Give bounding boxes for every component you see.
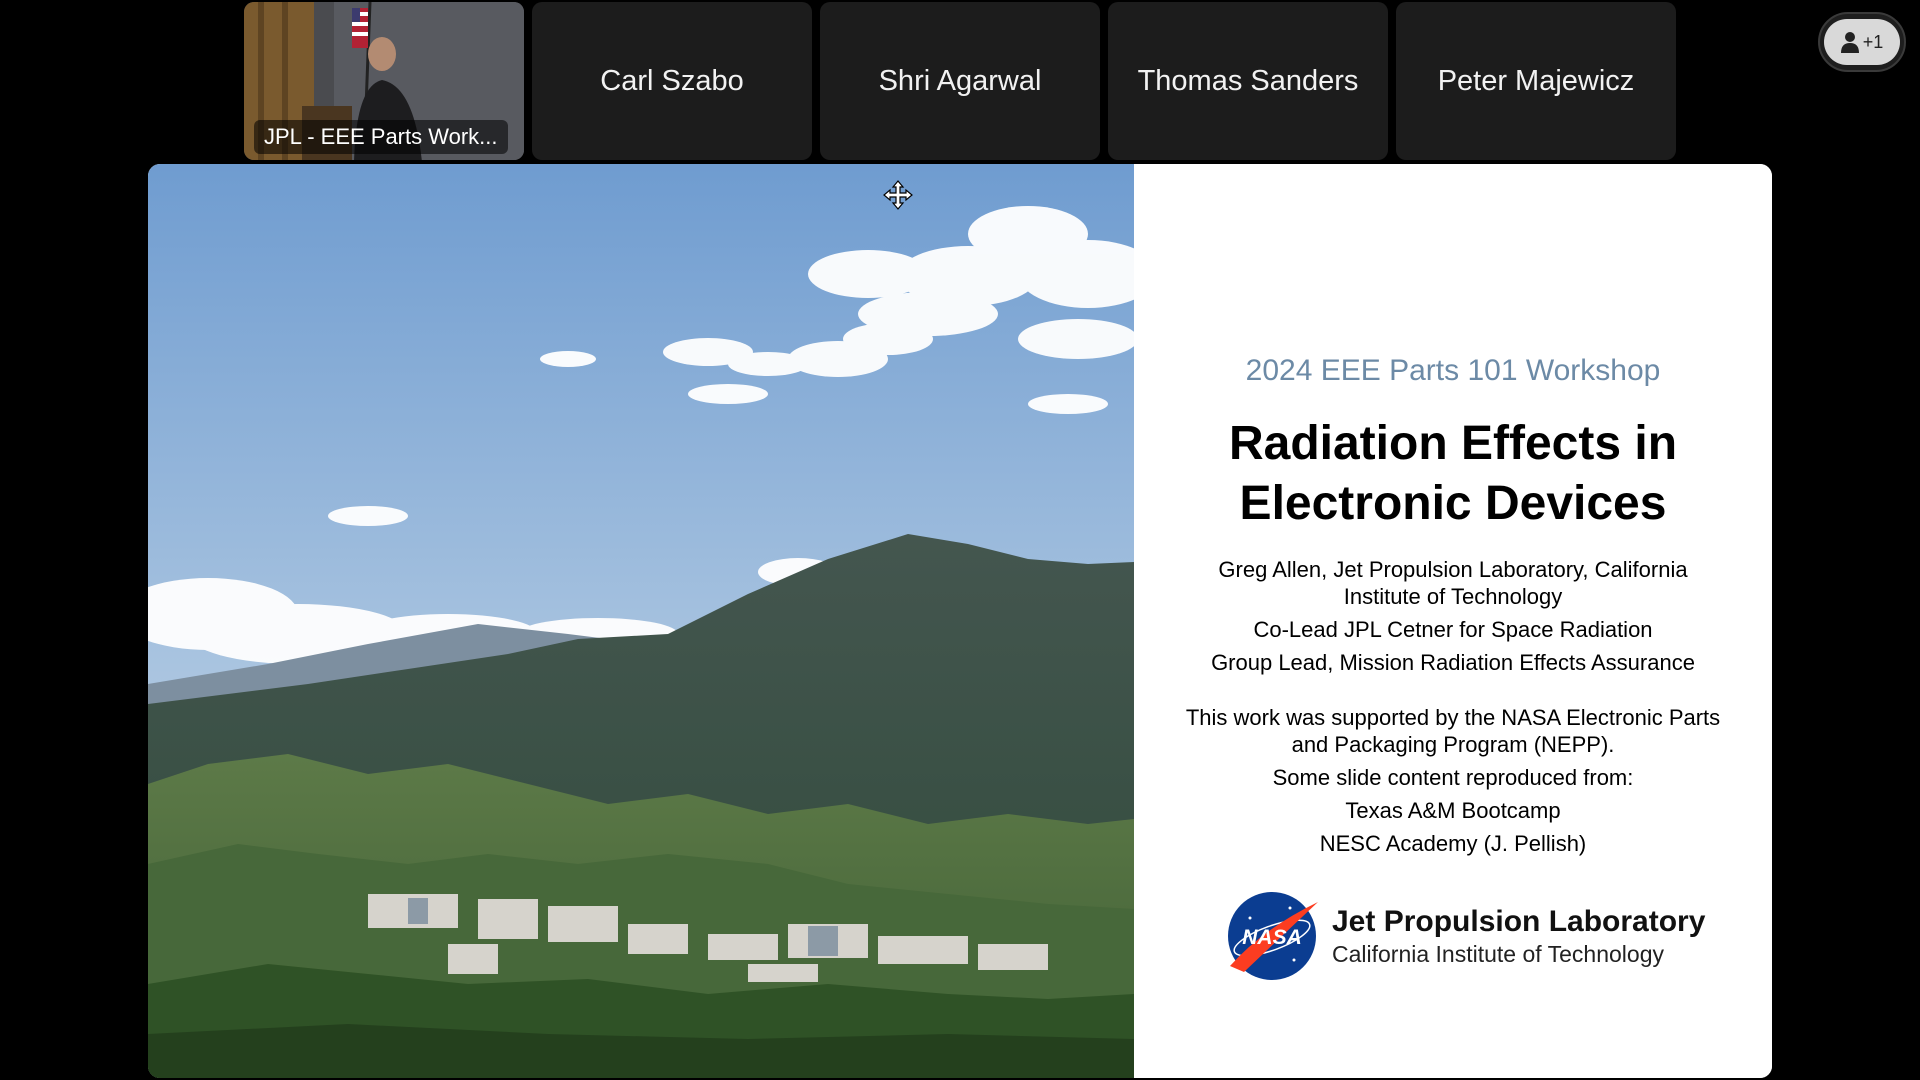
participant-tile[interactable]: Carl Szabo: [532, 2, 812, 160]
role-line: Group Lead, Mission Radiation Effects As…: [1211, 650, 1695, 675]
participant-name: Thomas Sanders: [1137, 64, 1359, 97]
source-line: NESC Academy (J. Pellish): [1319, 831, 1587, 856]
more-participants-count: +1: [1862, 31, 1884, 52]
presentation-title: Radiation Effects in Electronic Devices: [1134, 414, 1772, 534]
lab-subtitle: California Institute of Technology: [1332, 940, 1664, 967]
presentation-title-line: Radiation Effects in: [1228, 417, 1678, 470]
author-text: Greg Allen, Jet Propulsion Laboratory, C…: [1218, 557, 1688, 582]
support-text: This work was supported by the NASA Elec…: [1185, 705, 1721, 730]
presentation-title-line: Electronic Devices: [1239, 477, 1667, 530]
participant-video-label: JPL - EEE Parts Work...: [254, 120, 508, 154]
role-line: Co-Lead JPL Cetner for Space Radiation: [1253, 617, 1653, 642]
jpl-wordmark: Jet Propulsion Laboratory California Ins…: [1332, 905, 1705, 968]
slide-body: Greg Allen, Jet Propulsion Laboratory, C…: [1164, 556, 1742, 863]
nasa-meatball-icon: NASA: [1228, 892, 1318, 980]
participant-video-tile[interactable]: JPL - EEE Parts Work...: [244, 2, 524, 160]
support-line: This work was supported by the NASA Elec…: [1164, 704, 1742, 758]
participant-name: Peter Majewicz: [1437, 64, 1635, 97]
reproduced-line: Some slide content reproduced from:: [1272, 765, 1634, 790]
author-text: Institute of Technology: [1343, 584, 1563, 609]
participant-tile[interactable]: Peter Majewicz: [1396, 2, 1676, 160]
participant-name: Shri Agarwal: [878, 64, 1042, 97]
slide-text-panel: 2024 EEE Parts 101 Workshop Radiation Ef…: [1134, 164, 1772, 1078]
participant-tile[interactable]: Thomas Sanders: [1108, 2, 1388, 160]
participant-name: Carl Szabo: [600, 64, 744, 97]
support-text: and Packaging Program (NEPP).: [1291, 732, 1615, 757]
workshop-title: 2024 EEE Parts 101 Workshop: [1245, 354, 1661, 387]
participant-tile[interactable]: Shri Agarwal: [820, 2, 1100, 160]
more-participants-button[interactable]: +1: [1818, 12, 1906, 72]
author-line: Greg Allen, Jet Propulsion Laboratory, C…: [1164, 556, 1742, 610]
lab-name: Jet Propulsion Laboratory: [1332, 904, 1706, 938]
move-cursor-icon: [883, 180, 913, 210]
person-icon: [1840, 32, 1859, 53]
jpl-logo: NASA Jet Propulsion Laboratory Californi…: [1224, 888, 1705, 984]
landscape-photo: [148, 164, 1134, 1078]
shared-slide: 2024 EEE Parts 101 Workshop Radiation Ef…: [148, 164, 1772, 1078]
source-line: Texas A&M Bootcamp: [1345, 798, 1561, 823]
more-participants-pill: +1: [1824, 19, 1900, 65]
nasa-logo-text: NASA: [1242, 926, 1302, 949]
